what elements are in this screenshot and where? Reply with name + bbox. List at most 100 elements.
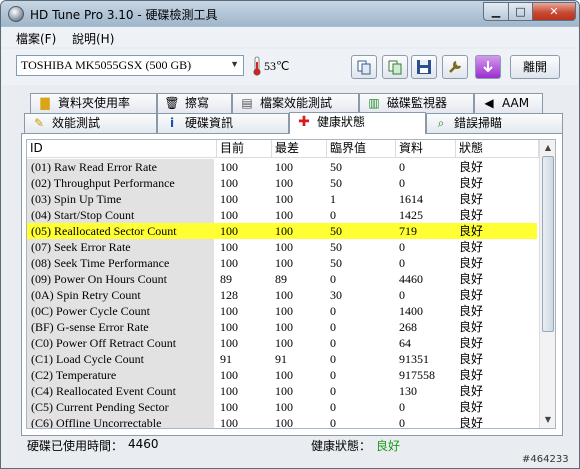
table-row[interactable]: (C6) Offline Uncorrectable 100 100 0 0 良好 <box>27 415 537 428</box>
tab-benchmark[interactable]: ✎ 效能測試 <box>24 113 157 133</box>
worst-value-cell: 100 <box>275 336 293 350</box>
power-on-hours-value: 4460 <box>128 437 159 451</box>
drive-select[interactable]: TOSHIBA MK5055GSX (500 GB) ▼ <box>16 55 244 76</box>
attribute-id-cell: (05) Reallocated Sector Count <box>27 223 214 239</box>
attribute-id-cell: (03) Spin Up Time <box>27 191 214 207</box>
smart-table: ID 目前 最差 臨界值 資料 狀態 (01) Raw Read Error R… <box>26 139 556 429</box>
toolbar: TOSHIBA MK5055GSX (500 GB) ▼ 53℃ 離開 <box>2 49 578 85</box>
tab-label: 錯誤掃瞄 <box>454 116 503 130</box>
current-value-cell: 100 <box>220 336 238 350</box>
raw-data-cell: 1425 <box>399 208 423 222</box>
minimize-button[interactable]: ▁ <box>483 2 509 21</box>
status-cell: 良好 <box>459 352 484 366</box>
table-row[interactable]: (C0) Power Off Retract Count 100 100 0 64 良好 <box>27 335 537 351</box>
maximize-button[interactable]: □ <box>508 2 533 21</box>
file-benchmark-icon: ▤ <box>241 96 253 110</box>
current-value-cell: 100 <box>220 384 238 398</box>
table-row[interactable]: (03) Spin Up Time 100 100 1 1614 良好 <box>27 191 537 207</box>
app-window: HD Tune Pro 3.10 - 硬碟檢測工具 ▁ □ ✕ 檔案(F) 說明… <box>0 0 580 469</box>
menu-file[interactable]: 檔案(F) <box>16 30 56 47</box>
raw-data-cell: 0 <box>399 256 405 270</box>
folder-icon: ▇ <box>40 96 50 110</box>
table-row[interactable]: (0A) Spin Retry Count 128 100 30 0 良好 <box>27 287 537 303</box>
column-header-worst[interactable]: 最差 <box>272 140 327 158</box>
exit-button[interactable]: 離開 <box>510 55 560 79</box>
raw-data-cell: 0 <box>399 160 405 174</box>
tab-folder-usage[interactable]: ▇ 資料夾使用率 <box>30 93 157 113</box>
save-button[interactable] <box>411 55 437 79</box>
table-row[interactable]: (04) Start/Stop Count 100 100 0 1425 良好 <box>27 207 537 223</box>
copy-text-button[interactable] <box>351 55 377 79</box>
tab-disk-info[interactable]: i 硬碟資訊 <box>157 113 289 133</box>
status-cell: 良好 <box>459 336 484 350</box>
worst-value-cell: 100 <box>275 368 293 382</box>
table-row[interactable]: (01) Raw Read Error Rate 100 100 50 0 良好 <box>27 159 537 175</box>
options-button[interactable] <box>442 55 468 79</box>
threshold-value-cell: 0 <box>330 320 336 334</box>
threshold-value-cell: 50 <box>330 256 342 270</box>
tab-label: AAM <box>502 96 530 110</box>
threshold-value-cell: 50 <box>330 240 342 254</box>
table-row[interactable]: (C1) Load Cycle Count 91 91 0 91351 良好 <box>27 351 537 367</box>
raw-data-cell: 0 <box>399 400 405 414</box>
tab-erase[interactable]: 🗑 擦寫 <box>157 93 232 113</box>
threshold-value-cell: 0 <box>330 384 336 398</box>
close-button[interactable]: ✕ <box>532 2 576 21</box>
column-header-id[interactable]: ID <box>27 140 217 158</box>
table-row[interactable]: (07) Seek Error Rate 100 100 50 0 良好 <box>27 239 537 255</box>
scroll-thumb[interactable] <box>542 156 554 332</box>
raw-data-cell: 719 <box>399 224 417 238</box>
attribute-id-cell: (C6) Offline Uncorrectable <box>27 415 214 428</box>
copy-screenshot-button[interactable] <box>382 55 408 79</box>
chevron-down-icon[interactable]: ▼ <box>230 59 239 69</box>
download-button[interactable] <box>475 55 501 79</box>
title-bar[interactable]: HD Tune Pro 3.10 - 硬碟檢測工具 ▁ □ ✕ <box>1 1 579 26</box>
table-row[interactable]: (02) Throughput Performance 100 100 50 0 良好 <box>27 175 537 191</box>
worst-value-cell: 100 <box>275 320 293 334</box>
scroll-down-icon[interactable]: ▼ <box>541 413 555 427</box>
status-cell: 良好 <box>459 256 484 270</box>
table-row[interactable]: (C2) Temperature 100 100 0 917558 良好 <box>27 367 537 383</box>
column-header-current[interactable]: 目前 <box>217 140 272 158</box>
attribute-id-cell: (C5) Current Pending Sector <box>27 399 214 415</box>
current-value-cell: 128 <box>220 288 238 302</box>
column-header-data[interactable]: 資料 <box>396 140 456 158</box>
tab-disk-monitor[interactable]: ▥ 磁碟監視器 <box>359 93 474 113</box>
table-row[interactable]: (08) Seek Time Performance 100 100 50 0 良好 <box>27 255 537 271</box>
vertical-scrollbar[interactable]: ▲ ▼ <box>539 140 555 428</box>
watermark: #464233 <box>522 454 569 465</box>
tab-file-benchmark[interactable]: ▤ 檔案效能測試 <box>232 93 359 113</box>
scroll-up-icon[interactable]: ▲ <box>541 141 555 155</box>
threshold-value-cell: 0 <box>330 208 336 222</box>
speaker-icon: ◀ <box>484 96 494 110</box>
current-value-cell: 100 <box>220 320 238 334</box>
status-cell: 良好 <box>459 400 484 414</box>
threshold-value-cell: 30 <box>330 288 342 302</box>
table-row[interactable]: (C5) Current Pending Sector 100 100 0 0 良好 <box>27 399 537 415</box>
thermometer-icon <box>253 56 261 76</box>
raw-data-cell: 0 <box>399 240 405 254</box>
copy-icon <box>357 60 371 75</box>
table-row[interactable]: (C4) Reallocated Event Count 100 100 0 130 良好 <box>27 383 537 399</box>
raw-data-cell: 268 <box>399 320 417 334</box>
menu-help[interactable]: 說明(H) <box>72 30 114 47</box>
status-bar: 硬碟已使用時間： 4460 健康狀態： 良好 <box>21 437 563 457</box>
table-row[interactable]: (05) Reallocated Sector Count 100 100 50 719… <box>27 223 537 239</box>
tab-aam[interactable]: ◀ AAM <box>474 93 543 113</box>
floppy-icon <box>417 60 431 74</box>
column-header-status[interactable]: 狀態 <box>456 140 539 158</box>
threshold-value-cell: 50 <box>330 224 342 238</box>
table-row[interactable]: (BF) G-sense Error Rate 100 100 0 268 良好 <box>27 319 537 335</box>
threshold-value-cell: 0 <box>330 368 336 382</box>
tab-health[interactable]: ✚ 健康狀態 <box>289 112 426 134</box>
current-value-cell: 100 <box>220 240 238 254</box>
raw-data-cell: 91351 <box>399 352 429 366</box>
worst-value-cell: 100 <box>275 192 293 206</box>
menu-bar: 檔案(F) 說明(H) <box>2 27 578 47</box>
column-header-threshold[interactable]: 臨界值 <box>327 140 396 158</box>
status-cell: 良好 <box>459 384 484 398</box>
tab-error-scan[interactable]: ⌕ 錯誤掃瞄 <box>426 113 563 133</box>
table-row[interactable]: (0C) Power Cycle Count 100 100 0 1400 良好 <box>27 303 537 319</box>
table-row[interactable]: (09) Power On Hours Count 89 89 0 4460 良好 <box>27 271 537 287</box>
current-value-cell: 100 <box>220 256 238 270</box>
